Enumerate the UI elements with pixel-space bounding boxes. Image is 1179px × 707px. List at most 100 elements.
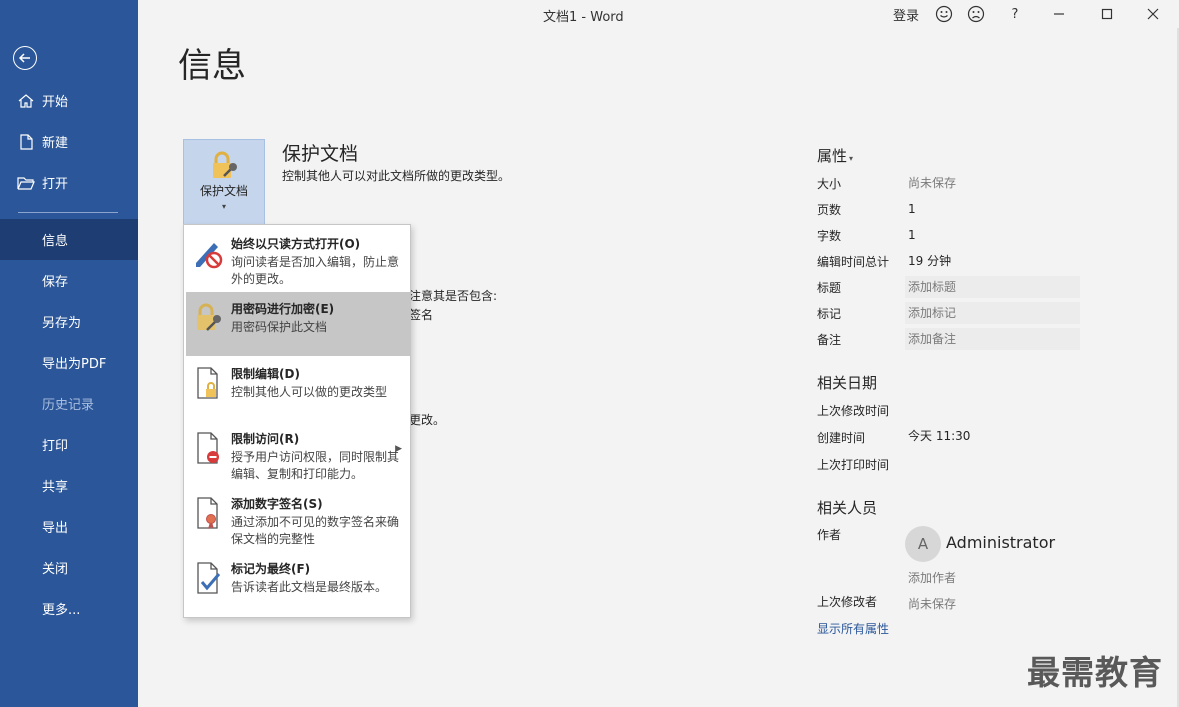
minimize-icon[interactable] [1052, 4, 1066, 24]
title-field[interactable]: 添加标题 [905, 276, 1080, 298]
sidebar-item-open[interactable]: 打开 [0, 162, 138, 203]
document-ribbon-icon [192, 495, 224, 531]
sidebar-item-label: 导出为PDF [42, 357, 107, 372]
sidebar-item-label: 关闭 [42, 562, 69, 577]
menu-item-title: 限制访问(R) [231, 432, 300, 446]
window-title: 文档1 - Word [543, 10, 624, 25]
prop-label-pages: 页数 [817, 203, 842, 217]
menu-item-description: 授予用户访问权限，同时限制其编辑、复制和打印能力。 [231, 450, 400, 481]
sidebar-item-more[interactable]: 更多... [0, 588, 138, 629]
author-name[interactable]: Administrator [946, 533, 1055, 552]
menu-item-mark-as-final[interactable]: 标记为最终(F) 告诉读者此文档是最终版本。 [186, 552, 410, 616]
signin-button[interactable]: 登录 [893, 4, 919, 24]
prop-value-size: 尚未保存 [908, 176, 957, 190]
sidebar-item-print[interactable]: 打印 [0, 424, 138, 465]
chevron-down-icon: ▾ [222, 202, 227, 211]
sidebar-item-label: 新建 [42, 136, 69, 151]
prop-label-tags: 标记 [817, 307, 842, 321]
tags-field[interactable]: 添加标记 [905, 302, 1080, 324]
avatar[interactable]: A [905, 526, 941, 562]
date-value-created: 今天 11:30 [908, 429, 971, 443]
sidebar-item-label: 开始 [42, 95, 69, 110]
sidebar-item-export[interactable]: 导出 [0, 506, 138, 547]
open-folder-icon [17, 174, 35, 192]
lock-key-icon [192, 300, 224, 336]
show-all-properties-link[interactable]: 显示所有属性 [817, 620, 889, 637]
protect-tile-label: 保护文档 [199, 184, 248, 198]
document-check-icon [192, 560, 224, 596]
last-modified-by-label: 上次修改者 [817, 595, 878, 609]
menu-item-description: 询问读者是否加入编辑，防止意外的更改。 [231, 255, 400, 286]
sidebar-item-label: 打开 [42, 177, 69, 192]
sidebar-item-save[interactable]: 保存 [0, 260, 138, 301]
menu-item-title: 始终以只读方式打开(O) [231, 237, 361, 251]
sidebar-item-close[interactable]: 关闭 [0, 547, 138, 588]
protect-document-button[interactable]: 保护文档 ▾ [183, 139, 265, 225]
prop-value-pages: 1 [908, 202, 916, 216]
properties-heading[interactable]: 属性 ▾ [817, 145, 853, 166]
sidebar-item-save-as[interactable]: 另存为 [0, 301, 138, 342]
close-icon[interactable] [1146, 4, 1160, 24]
menu-item-title: 用密码进行加密(E) [231, 302, 335, 316]
frown-feedback-icon[interactable] [966, 4, 986, 24]
chevron-down-icon: ▾ [849, 154, 854, 163]
sidebar-item-info[interactable]: 信息 [0, 219, 138, 260]
sidebar-item-label: 信息 [42, 234, 69, 249]
sidebar-divider [18, 212, 118, 213]
sidebar-item-label: 历史记录 [42, 398, 95, 413]
sidebar-item-label: 更多... [42, 603, 81, 618]
new-document-icon [17, 133, 35, 151]
date-label-last-modified: 上次修改时间 [817, 404, 890, 418]
pencil-no-icon [192, 235, 224, 271]
prop-label-title: 标题 [817, 281, 842, 295]
sidebar-item-label: 另存为 [42, 316, 82, 331]
lock-key-icon [208, 150, 240, 185]
protect-description: 控制其他人可以对此文档所做的更改类型。 [282, 169, 511, 183]
date-label-created: 创建时间 [817, 431, 866, 445]
date-label-last-printed: 上次打印时间 [817, 458, 890, 472]
prop-label-edit-time: 编辑时间总计 [817, 255, 890, 269]
prop-value-words: 1 [908, 228, 916, 242]
sidebar-item-export-pdf[interactable]: 导出为PDF [0, 342, 138, 383]
submenu-arrow-icon: ▶ [395, 444, 402, 454]
page-title: 信息 [178, 46, 246, 86]
sidebar-item-label: 打印 [42, 439, 69, 454]
maximize-icon[interactable] [1100, 4, 1114, 24]
document-restricted-icon [192, 430, 224, 466]
menu-item-always-read-only[interactable]: 始终以只读方式打开(O) 询问读者是否加入编辑，防止意外的更改。 [186, 227, 410, 291]
sidebar-item-label: 共享 [42, 480, 69, 495]
sidebar-item-history: 历史记录 [0, 383, 138, 424]
menu-item-digital-signature[interactable]: 添加数字签名(S) 通过添加不可见的数字签名来确保文档的完整性 [186, 487, 410, 551]
back-arrow-icon[interactable] [13, 46, 37, 70]
sidebar-item-label: 保存 [42, 275, 69, 290]
prop-value-edit-time: 19 分钟 [908, 254, 952, 268]
sidebar-item-label: 导出 [42, 521, 69, 536]
menu-item-description: 通过添加不可见的数字签名来确保文档的完整性 [231, 515, 400, 546]
home-icon [17, 92, 35, 110]
backstage-sidebar: 开始 新建 打开 信息 保存 另存为 导出为PDF 历史记录 打印 共享 导出 … [0, 0, 138, 707]
menu-item-description: 告诉读者此文档是最终版本。 [231, 580, 388, 594]
menu-item-title: 添加数字签名(S) [231, 497, 323, 511]
inspect-fragment: 签名 [409, 308, 434, 322]
properties-heading-label: 属性 [817, 147, 848, 165]
add-author-field[interactable]: 添加作者 [905, 567, 1080, 589]
sidebar-item-new[interactable]: 新建 [0, 121, 138, 162]
prop-label-comments: 备注 [817, 333, 842, 347]
versions-fragment: 更改。 [409, 413, 446, 427]
protect-heading: 保护文档 [282, 143, 359, 165]
document-lock-icon [192, 365, 224, 401]
sidebar-item-share[interactable]: 共享 [0, 465, 138, 506]
menu-item-encrypt-password[interactable]: 用密码进行加密(E) 用密码保护此文档 [186, 292, 410, 356]
inspect-fragment: 注意其是否包含: [409, 289, 498, 303]
comments-field[interactable]: 添加备注 [905, 328, 1080, 350]
menu-item-restrict-access[interactable]: 限制访问(R) 授予用户访问权限，同时限制其编辑、复制和打印能力。 ▶ [186, 422, 410, 486]
watermark-logo: 最需教育 [1027, 653, 1163, 692]
menu-item-restrict-editing[interactable]: 限制编辑(D) 控制其他人可以做的更改类型 [186, 357, 410, 421]
menu-item-title: 标记为最终(F) [231, 562, 311, 576]
prop-label-size: 大小 [817, 177, 842, 191]
protect-document-menu: 始终以只读方式打开(O) 询问读者是否加入编辑，防止意外的更改。 用密码进行加密… [183, 224, 411, 618]
menu-item-title: 限制编辑(D) [231, 367, 300, 381]
smile-feedback-icon[interactable] [934, 4, 954, 24]
help-button[interactable]: ? [1008, 4, 1022, 24]
sidebar-item-home[interactable]: 开始 [0, 80, 138, 121]
